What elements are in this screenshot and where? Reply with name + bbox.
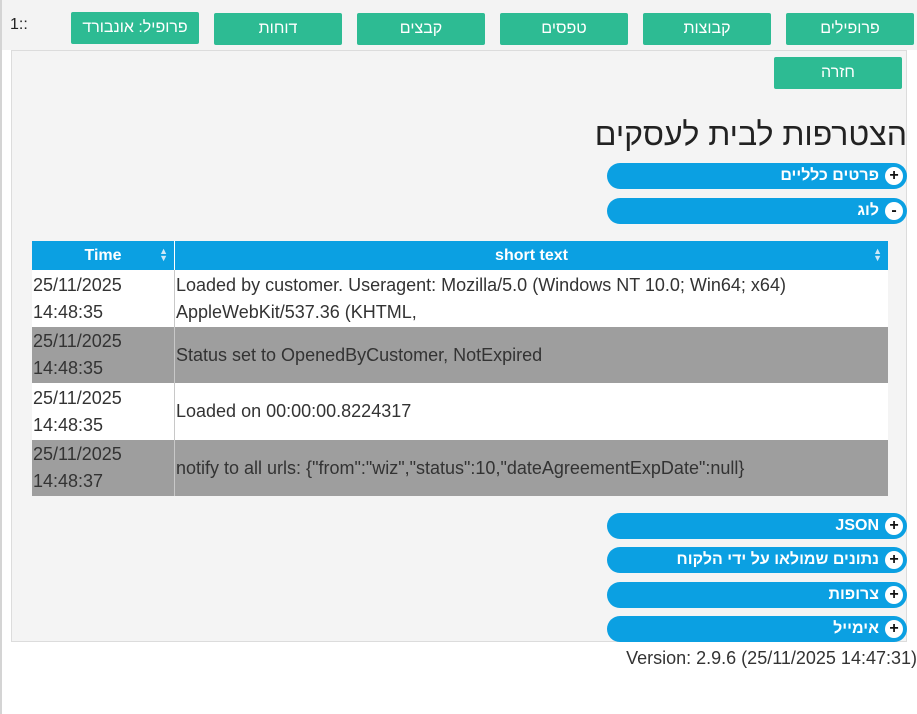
expand-plus-icon: + — [885, 620, 903, 638]
time-text: 14:48:35 — [33, 414, 104, 435]
corner-label: 1:: — [10, 16, 28, 33]
expand-plus-icon: + — [885, 167, 903, 185]
section-email[interactable]: + אימייל — [607, 616, 907, 642]
nav-button-profiles[interactable]: פרופילים — [786, 13, 914, 45]
column-header-label: Time — [84, 246, 122, 264]
section-label: נתונים שמולאו על ידי הלקוח — [676, 551, 879, 568]
nav-button-profile-onboard[interactable]: פרופיל: אונבורד — [71, 12, 199, 44]
sort-arrows-icon[interactable]: ▲ ▼ — [159, 247, 168, 263]
section-json[interactable]: + JSON — [607, 513, 907, 539]
date-text: 25/11/2025 — [33, 274, 122, 295]
expand-plus-icon: + — [885, 586, 903, 604]
time-text: 14:48:35 — [33, 301, 104, 322]
section-customer-data[interactable]: + נתונים שמולאו על ידי הלקוח — [607, 547, 907, 573]
nav-button-files[interactable]: קבצים — [357, 13, 485, 45]
section-attachments[interactable]: + צרופות — [607, 582, 907, 608]
collapse-minus-icon: - — [885, 202, 903, 220]
section-general-details[interactable]: + פרטים כלליים — [607, 163, 907, 189]
short-text-cell: Loaded on 00:00:00.8224317 — [176, 401, 412, 421]
section-label: פרטים כלליים — [780, 167, 879, 184]
time-cell: 25/11/2025 14:48:35 — [32, 270, 175, 327]
log-text-line: Loaded by customer. Useragent: Mozilla/5… — [176, 274, 786, 295]
time-cell: 25/11/2025 14:48:35 — [32, 327, 175, 383]
time-cell: 25/11/2025 14:48:37 — [32, 440, 175, 496]
column-header-short-text[interactable]: short text ▲ ▼ — [174, 241, 888, 270]
expand-plus-icon: + — [885, 551, 903, 569]
expand-plus-icon: + — [885, 517, 903, 535]
section-log[interactable]: - לוג — [607, 198, 907, 224]
date-text: 25/11/2025 — [33, 331, 122, 351]
table-row: 25/11/2025 14:48:35 Loaded on 00:00:00.8… — [32, 383, 888, 440]
back-button[interactable]: חזרה — [774, 57, 902, 89]
table-row: 25/11/2025 14:48:35 Status set to Opened… — [32, 327, 888, 383]
time-cell: 25/11/2025 14:48:35 — [32, 383, 175, 440]
column-header-time[interactable]: Time ▲ ▼ — [32, 241, 175, 270]
time-text: 14:48:37 — [33, 471, 104, 491]
table-row: 25/11/2025 14:48:35 Loaded by customer. … — [32, 270, 888, 327]
version-text: Version: 2.9.6 (25/11/2025 14:47:31) — [626, 648, 917, 668]
left-border — [0, 0, 2, 714]
sort-arrows-icon[interactable]: ▲ ▼ — [873, 247, 882, 263]
short-text-cell: notify to all urls: {"from":"wiz","statu… — [176, 457, 745, 478]
nav-button-forms[interactable]: טפסים — [500, 13, 628, 45]
table-row: 25/11/2025 14:48:37 notify to all urls: … — [32, 440, 888, 496]
section-label: לוג — [857, 202, 879, 219]
nav-button-reports[interactable]: דוחות — [214, 13, 342, 45]
date-text: 25/11/2025 — [33, 387, 122, 408]
short-text-cell: Status set to OpenedByCustomer, NotExpir… — [176, 344, 543, 365]
log-text-line: AppleWebKit/537.36 (KHTML, — [176, 301, 417, 322]
log-table: Time ▲ ▼ short text ▲ ▼ 25/11/2025 14:48:3… — [32, 241, 888, 496]
page-title: הצטרפות לבית לעסקים — [594, 116, 907, 152]
date-text: 25/11/2025 — [33, 444, 122, 464]
time-text: 14:48:35 — [33, 358, 104, 378]
section-label: JSON — [835, 517, 879, 534]
section-label: אימייל — [833, 620, 879, 637]
nav-button-groups[interactable]: קבוצות — [643, 13, 771, 45]
short-text-cell: Loaded by customer. Useragent: Mozilla/5… — [175, 270, 889, 327]
column-header-label: short text — [495, 246, 568, 264]
section-label: צרופות — [828, 586, 879, 603]
